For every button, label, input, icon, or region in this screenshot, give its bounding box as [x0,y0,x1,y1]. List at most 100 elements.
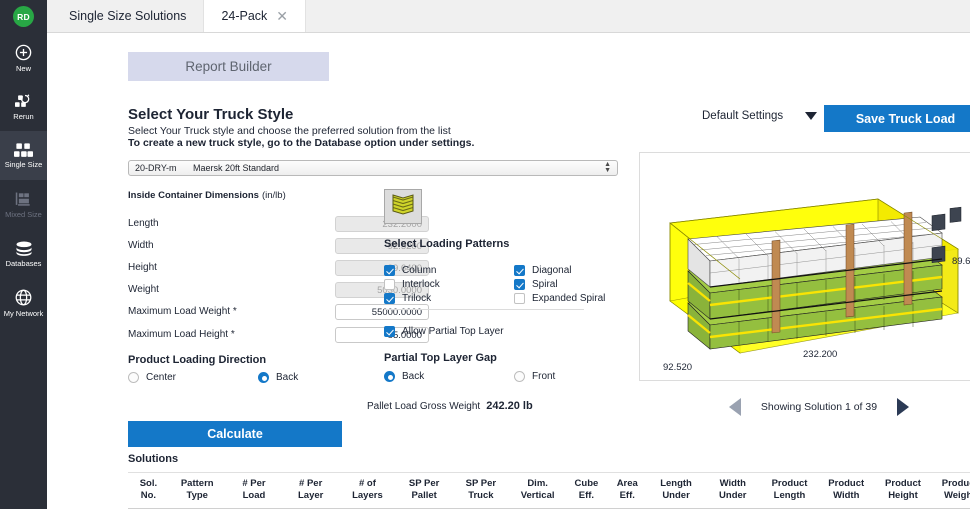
checkbox-pattern-column[interactable]: Column [384,265,436,276]
field-row-width: Width 92.5200 [128,238,429,256]
field-label: Height [128,262,157,273]
field-label: Maximum Load Weight * [128,306,237,317]
radio-partial-gap-front[interactable]: Front [514,371,555,382]
plus-circle-icon [14,43,33,62]
field-row-length: Length 232.2000 [128,216,429,234]
chevron-down-icon [805,112,818,120]
checkbox-icon-checked [514,279,525,290]
solution-nav-text: Showing Solution 1 of 39 [760,401,878,413]
column-header-cube-eff[interactable]: Cube Eff. [566,478,607,502]
column-header-of-layers[interactable]: # of Layers [339,478,396,502]
truck-style-code: 20-DRY-m [135,163,177,173]
checkbox-label: Interlock [402,279,440,290]
column-header-width-under[interactable]: Width Under [704,478,761,502]
field-label: Width [128,240,154,251]
tab-24-pack[interactable]: 24-Pack ✕ [204,0,307,32]
column-header-dim-vertical[interactable]: Dim. Vertical [509,478,566,502]
truck-style-select[interactable]: 20-DRY-m Maersk 20ft Standard ▲ ▼ [128,160,618,176]
sidebar-item-databases[interactable]: Databases [0,229,47,278]
radio-loading-direction-center[interactable]: Center [128,372,176,383]
pattern-preview-thumbnail[interactable] [384,189,422,224]
product-loading-direction-label: Product Loading Direction [128,354,267,366]
databases-icon [14,240,34,257]
field-row-max-load-height: Maximum Load Height * 85.0000 [128,327,429,345]
column-header-product-weight[interactable]: ProductWeight [931,478,970,502]
load-3d-render [669,198,962,354]
radio-label: Front [532,371,556,382]
page-title: Select Your Truck Style [128,106,294,123]
avatar[interactable]: RD [13,6,34,27]
checkbox-pattern-spiral[interactable]: Spiral [514,279,558,290]
checkbox-icon-checked [384,265,395,276]
page-subtitle-2: To create a new truck style, go to the D… [128,137,475,149]
column-header-product-length[interactable]: Product Length [761,478,818,502]
close-icon[interactable]: ✕ [276,9,288,23]
checkbox-pattern-diagonal[interactable]: Diagonal [514,265,571,276]
column-header-sol-no[interactable]: Sol. No. [128,478,169,502]
checkbox-pattern-interlock[interactable]: Interlock [384,279,440,290]
radio-partial-gap-back[interactable]: Back [384,371,424,382]
calculate-button[interactable]: Calculate [128,421,342,447]
required-marker: * [230,329,235,340]
stepper-icon[interactable]: ▲ ▼ [604,161,611,174]
tab-bar: Single Size Solutions 24-Pack ✕ [47,0,970,33]
arrow-right-icon[interactable] [896,398,909,416]
checkbox-icon-checked [384,326,395,337]
partial-top-layer-gap-label: Partial Top Layer Gap [384,352,497,364]
column-header-per-layer[interactable]: # Per Layer [282,478,339,502]
sidebar-item-label-single-size: Single Size [4,159,43,169]
checkbox-pattern-expanded-spiral[interactable]: Expanded Spiral [514,293,605,304]
dimensions-units: (in/lb) [261,190,286,201]
sidebar-item-label-rerun: Rerun [13,111,34,121]
column-header-per-load[interactable]: # Per Load [226,478,283,502]
max-load-weight-field[interactable]: 55000.0000 [335,304,429,320]
column-header-sp-per-truck[interactable]: SP Per Truck [453,478,510,502]
globe-icon [14,288,33,307]
default-settings-dropdown[interactable]: Default Settings [702,110,818,122]
checkbox-icon [384,279,395,290]
sidebar-item-new[interactable]: New [0,33,47,82]
truck-style-name: Maersk 20ft Standard [193,163,280,173]
checkbox-icon-checked [514,265,525,276]
select-loading-patterns-label: Select Loading Patterns [384,238,510,250]
checkbox-icon-checked [384,293,395,304]
default-settings-label: Default Settings [702,110,784,122]
mixed-size-icon [14,191,33,208]
page-subtitle-1: Select Your Truck style and choose the p… [128,125,451,137]
solutions-table: Sol. No. Pattern Type # Per Load # Per Layer… [128,472,970,509]
dimension-length-label: 232.200 [803,349,838,360]
checkbox-label: Allow Partial Top Layer [402,326,504,337]
avatar-container: RD [0,0,47,33]
truck-load-visualization[interactable]: 89.640 232.200 92.520 [639,152,970,381]
required-marker: * [232,306,237,317]
column-header-area-eff[interactable]: Area Eff. [607,478,648,502]
dimension-width-label: 92.520 [663,362,693,373]
sidebar-item-label-databases: Databases [5,258,42,268]
report-builder-button[interactable]: Report Builder [128,52,329,81]
sidebar-item-mixed-size[interactable]: Mixed Size [0,180,47,229]
solutions-title: Solutions [128,453,179,465]
field-label: Length [128,218,159,229]
tab-single-size-solutions[interactable]: Single Size Solutions [52,0,205,32]
field-row-height: Height 89.6400 [128,260,429,278]
column-header-pattern-type[interactable]: Pattern Type [169,478,226,502]
column-header-product-width[interactable]: Product Width [818,478,875,502]
column-header-product-height[interactable]: Product Height [875,478,932,502]
main-content: Single Size Solutions 24-Pack ✕ Report B… [47,0,970,509]
checkbox-pattern-trilock[interactable]: Trilock [384,293,431,304]
checkbox-label: Expanded Spiral [532,293,606,304]
column-header-length-under[interactable]: Length Under [648,478,705,502]
save-truck-load-button[interactable]: Save Truck Load [824,105,970,132]
sidebar-item-rerun[interactable]: Rerun [0,82,47,131]
radio-icon [514,371,525,382]
sidebar-item-label-my-network: My Network [3,308,44,318]
checkbox-allow-partial-top-layer[interactable]: Allow Partial Top Layer [384,326,504,337]
radio-loading-direction-back[interactable]: Back [258,372,298,383]
arrow-left-icon[interactable] [729,398,741,416]
sidebar-item-my-network[interactable]: My Network [0,278,47,327]
checkbox-label: Spiral [532,279,558,290]
rerun-icon [14,93,33,110]
tab-label: Single Size Solutions [69,8,187,23]
column-header-sp-per-pallet[interactable]: SP Per Pallet [396,478,453,502]
sidebar-item-single-size[interactable]: Single Size [0,131,47,180]
